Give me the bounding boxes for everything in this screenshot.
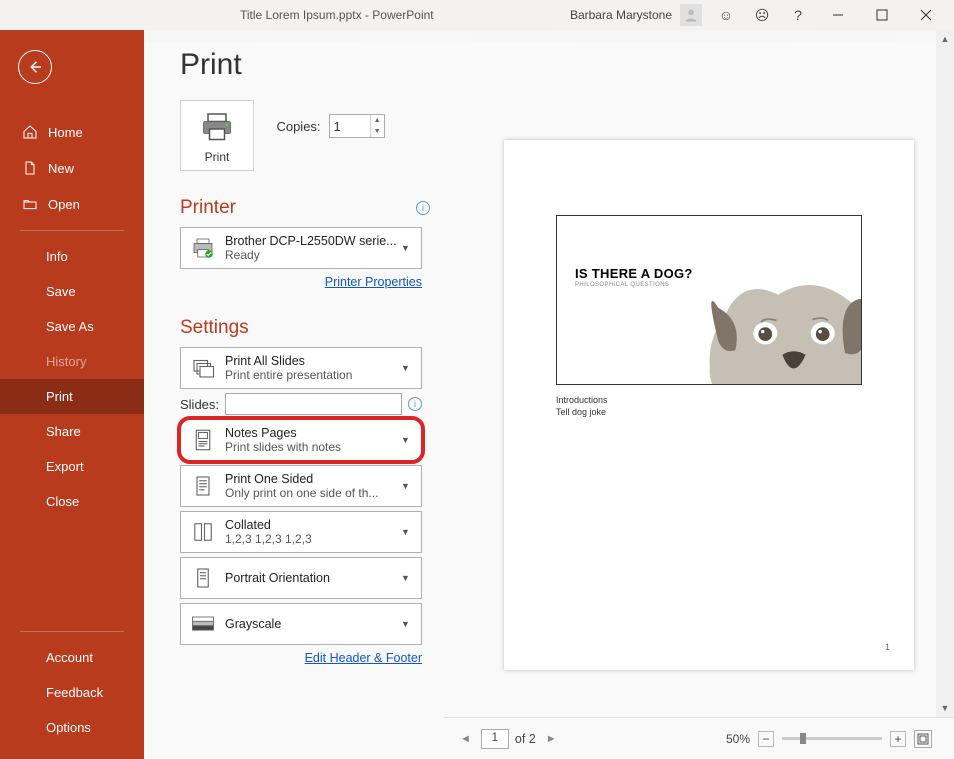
print-button-label: Print [199,150,235,164]
zoom-fit-button[interactable] [914,730,932,748]
dog-image [631,269,862,385]
info-icon[interactable]: i [408,397,422,411]
preview-bottom-bar: ◄ 1 of 2 ► 50% − + [444,717,954,759]
sidebar-item-feedback[interactable]: Feedback [0,675,144,710]
title-bar: Title Lorem Ipsum.pptx - PowerPoint Barb… [0,0,954,30]
copies-spinner-down[interactable]: ▼ [370,126,384,137]
preview-notes: Introductions Tell dog joke [556,395,862,418]
sidebar-item-close[interactable]: Close [0,484,144,519]
page-heading: Print [180,48,422,82]
orientation-dropdown[interactable]: Portrait Orientation ▼ [180,557,422,599]
zoom-slider[interactable] [782,737,882,740]
sidebar-item-new[interactable]: New [0,150,144,186]
printer-name: Brother DCP-L2550DW serie... [225,234,401,248]
sidebar-item-options[interactable]: Options [0,710,144,745]
scroll-down-icon[interactable]: ▼ [936,699,954,717]
prev-page-button[interactable]: ◄ [456,733,475,745]
print-what-dropdown[interactable]: Print All Slides Print entire presentati… [180,347,422,389]
printer-status: Ready [225,248,401,262]
sidebar-item-saveas[interactable]: Save As [0,309,144,344]
sidebar-item-export[interactable]: Export [0,449,144,484]
chevron-down-icon: ▼ [401,573,413,583]
print-button[interactable]: Print [180,100,254,171]
next-page-button[interactable]: ► [542,733,561,745]
back-button[interactable] [18,50,52,84]
preview-slide: IS THERE A DOG? PHILOSOPHICAL QUESTIONS [556,215,862,385]
sidebar-item-save[interactable]: Save [0,274,144,309]
preview-page-number: 1 [885,642,890,652]
zoom-in-button[interactable]: + [890,731,906,747]
settings-section-title: Settings [180,317,422,339]
sidebar-label: Home [48,125,83,140]
portrait-icon [189,564,217,592]
slides-label: Slides: [180,397,219,412]
chevron-down-icon: ▼ [401,435,413,445]
sides-dropdown[interactable]: Print One Sided Only print on one side o… [180,465,422,507]
copies-label: Copies: [276,119,320,134]
notes-page-icon [189,426,217,454]
printer-properties-link[interactable]: Printer Properties [325,275,422,289]
titlebar-right: Barbara Marystone ☺ ☹ ? [570,1,948,29]
sidebar-item-open[interactable]: Open [0,186,144,222]
sidebar-item-account[interactable]: Account [0,640,144,675]
sidebar-label: Open [48,197,80,212]
page-of-label: of 2 [515,732,536,746]
preview-scrollbar[interactable]: ▲ ▼ [936,30,954,717]
edit-header-footer-link[interactable]: Edit Header & Footer [305,651,422,665]
copies-spinner-up[interactable]: ▲ [370,115,384,126]
chevron-down-icon: ▼ [401,619,413,629]
minimize-button[interactable] [816,1,860,29]
sidebar-item-info[interactable]: Info [0,239,144,274]
page-input[interactable]: 1 [481,729,509,749]
close-window-button[interactable] [904,1,948,29]
user-avatar-icon[interactable] [680,4,702,26]
copies-input[interactable]: 1 ▲▼ [329,114,385,138]
chevron-down-icon: ▼ [401,527,413,537]
smile-feedback-icon[interactable]: ☺ [708,1,744,29]
scroll-up-icon[interactable]: ▲ [936,30,954,48]
user-name: Barbara Marystone [570,8,672,22]
chevron-down-icon: ▼ [401,481,413,491]
collated-icon [189,518,217,546]
print-settings-pane: Print Print Copies: 1 ▲▼ Printer i [144,30,444,759]
zoom-out-button[interactable]: − [758,731,774,747]
printer-section-title: Printer i [180,197,422,219]
preview-pane: IS THERE A DOG? PHILOSOPHICAL QUESTIONS [444,30,954,759]
sidebar-label: New [48,161,74,176]
layout-dropdown[interactable]: Notes Pages Print slides with notes ▼ [180,419,422,461]
slides-input[interactable] [225,393,402,415]
backstage-sidebar: Home New Open Info Save Save As History … [0,30,144,759]
zoom-label: 50% [726,732,750,746]
chevron-down-icon: ▼ [401,243,413,253]
sidebar-item-print[interactable]: Print [0,379,144,414]
slides-stack-icon [189,354,217,382]
preview-page: IS THERE A DOG? PHILOSOPHICAL QUESTIONS [504,140,914,670]
grayscale-icon [189,610,217,638]
collate-dropdown[interactable]: Collated 1,2,3 1,2,3 1,2,3 ▼ [180,511,422,553]
printer-dropdown[interactable]: Brother DCP-L2550DW serie... Ready ▼ [180,227,422,269]
color-dropdown[interactable]: Grayscale ▼ [180,603,422,645]
one-sided-icon [189,472,217,500]
printer-icon [189,234,217,262]
sidebar-item-share[interactable]: Share [0,414,144,449]
help-icon[interactable]: ? [780,1,816,29]
maximize-button[interactable] [860,1,904,29]
sidebar-item-history[interactable]: History [0,344,144,379]
info-icon[interactable]: i [416,201,430,215]
frown-feedback-icon[interactable]: ☹ [744,1,780,29]
window-title: Title Lorem Ipsum.pptx - PowerPoint [240,8,434,22]
sidebar-item-home[interactable]: Home [0,114,144,150]
chevron-down-icon: ▼ [401,363,413,373]
